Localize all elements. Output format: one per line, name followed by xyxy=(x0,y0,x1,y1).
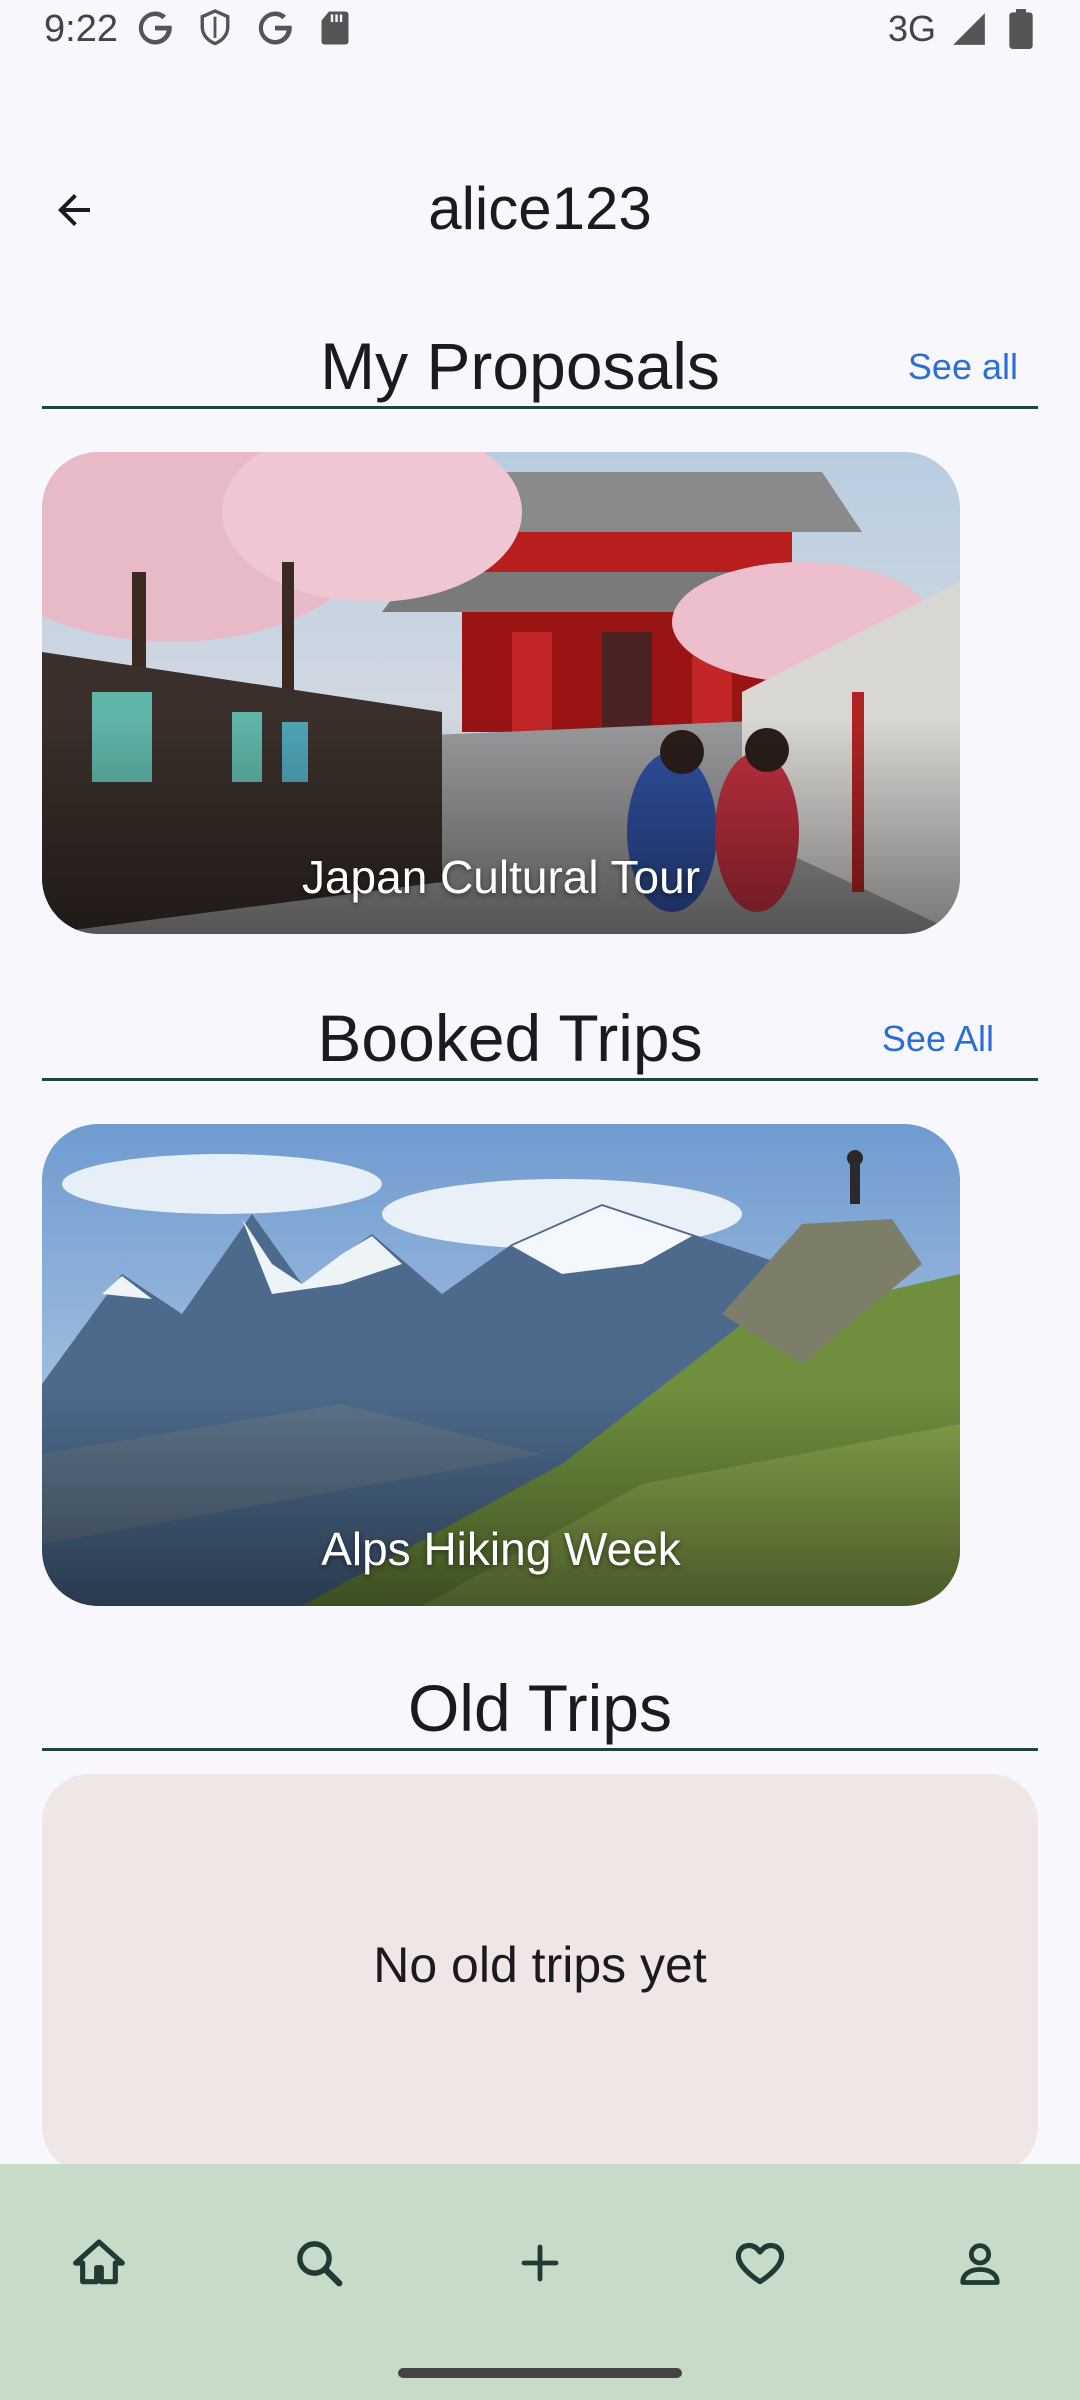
page-title: alice123 xyxy=(428,175,652,242)
status-bar: 9:22 3G xyxy=(0,0,1080,64)
booked-see-all-link[interactable]: See All xyxy=(882,1018,994,1060)
old-trips-title: Old Trips xyxy=(407,1671,673,1745)
old-trips-header: Old Trips xyxy=(42,1668,1038,1751)
sd-card-icon xyxy=(316,8,354,48)
status-time: 9:22 xyxy=(44,8,118,50)
shield-icon xyxy=(196,8,234,48)
add-icon xyxy=(521,2244,559,2282)
old-trips-empty-card: No old trips yet xyxy=(42,1774,1038,2174)
nav-home[interactable] xyxy=(44,2208,154,2318)
home-icon xyxy=(73,2239,125,2285)
google-icon xyxy=(136,8,174,48)
proposals-title: My Proposals xyxy=(320,329,720,403)
screen: 9:22 3G alice123 My Proposals See all Ja… xyxy=(0,0,1080,2400)
app-bar: alice123 xyxy=(0,150,1080,270)
favorite-icon xyxy=(735,2242,785,2285)
proposals-see-all-link[interactable]: See all xyxy=(908,346,1018,388)
proposal-trip-card[interactable]: Japan Cultural Tour xyxy=(42,452,960,934)
profile-icon xyxy=(960,2243,1000,2285)
proposals-header: My Proposals See all xyxy=(42,326,1038,409)
google-icon xyxy=(256,8,294,48)
nav-add[interactable] xyxy=(485,2208,595,2318)
booked-header: Booked Trips See All xyxy=(42,998,1038,1081)
booked-trip-card[interactable]: Alps Hiking Week xyxy=(42,1124,960,1606)
proposal-trip-title: Japan Cultural Tour xyxy=(301,851,701,903)
nav-profile[interactable] xyxy=(925,2208,1035,2318)
network-type: 3G xyxy=(887,8,936,49)
signal-icon xyxy=(950,9,988,49)
nav-favorites[interactable] xyxy=(705,2208,815,2318)
booked-trip-title: Alps Hiking Week xyxy=(321,1523,681,1575)
bottom-navigation xyxy=(0,2164,1080,2400)
status-right: 3G xyxy=(888,8,1040,50)
battery-icon xyxy=(1002,9,1040,49)
home-indicator[interactable] xyxy=(398,2368,682,2378)
empty-message: No old trips yet xyxy=(373,1937,707,1993)
search-icon xyxy=(297,2241,343,2287)
notification-icons xyxy=(136,8,354,48)
nav-search[interactable] xyxy=(264,2208,374,2318)
